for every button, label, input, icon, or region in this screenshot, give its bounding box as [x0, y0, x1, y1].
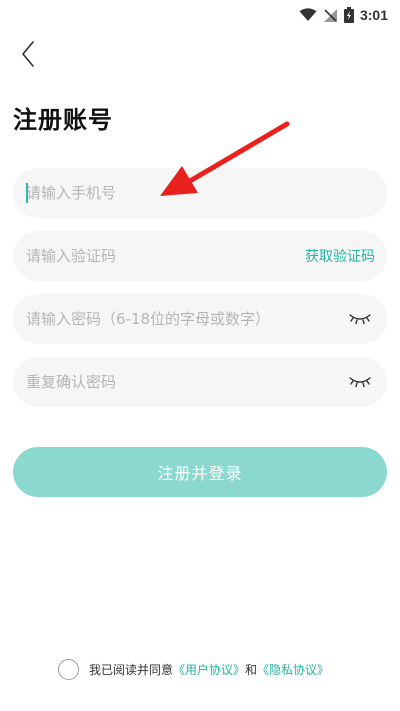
register-login-button[interactable]: 注册并登录: [13, 447, 387, 497]
chevron-left-icon: [22, 41, 34, 67]
wifi-icon: [299, 8, 317, 21]
status-bar: 3:01: [0, 0, 400, 30]
eye-closed-icon[interactable]: [349, 312, 371, 326]
phone-field[interactable]: [13, 168, 387, 218]
text-caret: [26, 183, 28, 203]
agreement-row: 我已阅读并同意 《用户协议》 和 《隐私协议》: [58, 657, 329, 681]
no-sim-icon: [323, 8, 337, 22]
battery-icon: [343, 7, 354, 23]
page-title: 注册账号: [13, 106, 113, 134]
verification-code-field[interactable]: 获取验证码: [13, 231, 387, 281]
phone-input[interactable]: [13, 168, 387, 218]
status-time: 3:01: [359, 7, 388, 23]
eye-closed-icon[interactable]: [349, 375, 371, 389]
privacy-policy-link[interactable]: 《隐私协议》: [257, 661, 329, 678]
status-icons: 3:01: [299, 6, 388, 24]
user-agreement-link[interactable]: 《用户协议》: [173, 661, 245, 678]
password-field[interactable]: [13, 294, 387, 344]
agreement-checkbox[interactable]: [58, 658, 79, 680]
back-button[interactable]: [10, 36, 46, 72]
agreement-prefix: 我已阅读并同意: [89, 662, 174, 677]
get-code-button[interactable]: 获取验证码: [305, 246, 375, 266]
confirm-password-input[interactable]: [13, 357, 387, 407]
password-input[interactable]: [13, 294, 387, 344]
agreement-and: 和: [245, 662, 258, 677]
confirm-password-field[interactable]: [13, 357, 387, 407]
